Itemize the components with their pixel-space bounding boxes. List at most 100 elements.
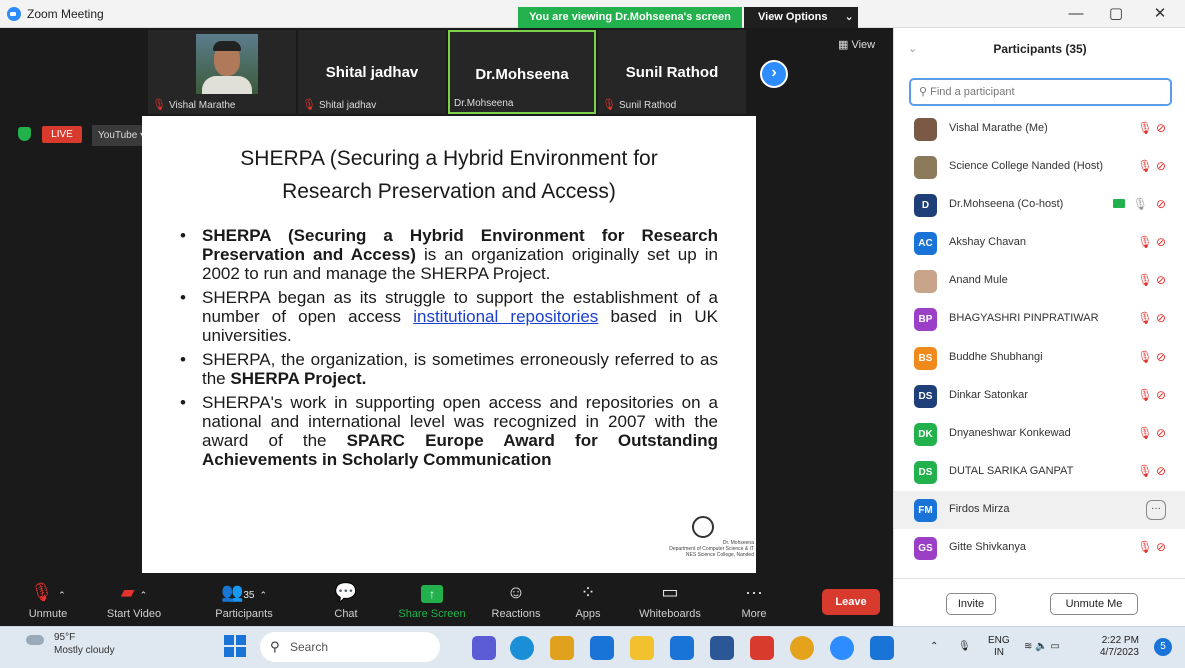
mic-muted-icon: 🎙 xyxy=(152,99,166,111)
participant-row[interactable]: DK Dnyaneshwar Konkewad 🎙 ⊘ xyxy=(894,415,1185,453)
participant-name: Buddhe Shubhangi xyxy=(949,350,1043,363)
participant-search-input[interactable]: ⚲ Find a participant xyxy=(909,78,1172,106)
zoom-icon[interactable] xyxy=(830,636,854,660)
apps-label: Apps xyxy=(575,608,601,620)
view-options-button[interactable]: View Options ⌄ xyxy=(744,7,858,28)
teams-icon[interactable] xyxy=(472,636,496,660)
windows-start-icon[interactable] xyxy=(224,635,246,657)
taskbar-search[interactable]: Search xyxy=(260,632,440,662)
avatar: FM xyxy=(914,498,937,522)
participant-row[interactable]: BP BHAGYASHRI PINPRATIWAR 🎙 ⊘ xyxy=(894,300,1185,338)
participant-name: Dinkar Satonkar xyxy=(949,388,1028,401)
word-icon[interactable] xyxy=(710,636,734,660)
participant-row[interactable]: BS Buddhe Shubhangi 🎙 ⊘ xyxy=(894,339,1185,377)
security-shield-icon[interactable] xyxy=(18,127,31,141)
unmute-button[interactable]: 🎙 ⌃ Unmute xyxy=(22,580,74,620)
meeting-toolbar: 🎙 ⌃ Unmute ▰ ⌃ Start Video 👥35 ⌃ Partici… xyxy=(0,574,893,626)
clock[interactable]: 2:22 PM 4/7/2023 xyxy=(1100,635,1139,659)
slide-title-line-2: Research Preservation and Access) xyxy=(282,180,616,203)
unmute-label: Unmute xyxy=(28,608,68,620)
slide-bullet: SHERPA's work in supporting open access … xyxy=(178,393,718,469)
meeting-area: 🎙 Vishal Marathe Shital jadhav 🎙 Shital ja… xyxy=(0,28,893,574)
reactions-button[interactable]: ☺ Reactions xyxy=(486,580,546,620)
participant-thumb[interactable]: Sunil Rathod 🎙 Sunil Rathod xyxy=(598,30,746,114)
edge-icon[interactable] xyxy=(510,636,534,660)
participant-row[interactable]: Vishal Marathe (Me) 🎙 ⊘ xyxy=(894,110,1185,148)
language-indicator[interactable]: ENG IN xyxy=(988,635,1010,659)
search-placeholder: Find a participant xyxy=(930,86,1015,98)
participant-name: Akshay Chavan xyxy=(949,236,1027,249)
more-label: More xyxy=(741,608,767,620)
participant-row[interactable]: FM Firdos Mirza ··· xyxy=(894,490,1185,530)
invite-button[interactable]: Invite xyxy=(946,593,996,615)
avatar xyxy=(914,118,937,141)
view-button[interactable]: ▦ View xyxy=(838,38,875,51)
avatar: DS xyxy=(914,384,937,408)
participants-button[interactable]: 👥35 ⌃ Participants xyxy=(210,580,278,620)
start-video-button[interactable]: ▰ ⌃ Start Video xyxy=(102,580,166,620)
participant-list: Vishal Marathe (Me) 🎙 ⊘ Science College … xyxy=(894,110,1185,567)
window-title-bar: Zoom Meeting You are viewing Dr.Mohseena… xyxy=(0,0,1185,28)
participant-row[interactable]: DS DUTAL SARIKA GANPAT 🎙 ⊘ xyxy=(894,453,1185,491)
minimize-button[interactable]: — xyxy=(1056,3,1096,25)
telegram-icon[interactable] xyxy=(870,636,894,660)
mic-icon[interactable]: 🎙 xyxy=(958,641,971,653)
reactions-label: Reactions xyxy=(491,608,541,620)
avatar: GS xyxy=(914,537,937,561)
slide-bullet: SHERPA, the organization, is sometimes e… xyxy=(178,350,718,388)
avatar: DS xyxy=(914,460,937,484)
slide-title: SHERPA (Securing a Hybrid Environment fo… xyxy=(142,142,756,208)
participant-row[interactable]: DS Dinkar Satonkar 🎙 ⊘ xyxy=(894,377,1185,415)
more-dots-icon: ··· xyxy=(745,582,763,602)
pdf-icon[interactable] xyxy=(750,636,774,660)
unmute-me-button[interactable]: Unmute Me xyxy=(1050,593,1138,615)
mic-muted-icon: 🎙 xyxy=(1137,159,1153,174)
mic-muted-icon: 🎙 xyxy=(1137,463,1153,478)
app-l-icon[interactable] xyxy=(670,636,694,660)
video-off-icon: ⊘ xyxy=(1155,463,1166,478)
taskbar: 95°F Mostly cloudy Search ⚲ ⌃ 🎙 ENG IN ≋… xyxy=(0,626,1185,668)
next-page-arrow-icon[interactable]: › xyxy=(760,60,788,88)
institutional-repositories-link[interactable]: institutional repositories xyxy=(413,307,598,326)
video-off-icon: ⊘ xyxy=(1155,540,1166,555)
more-button[interactable]: ··· More xyxy=(736,580,772,620)
video-off-icon: ⊘ xyxy=(1155,197,1166,212)
video-off-icon: ⊘ xyxy=(1155,387,1166,402)
participant-photo xyxy=(196,34,258,94)
close-button[interactable]: ✕ xyxy=(1140,3,1180,25)
participant-thumb[interactable]: 🎙 Vishal Marathe xyxy=(148,30,296,114)
participant-row[interactable]: GS Gitte Shivkanya 🎙 ⊘ xyxy=(894,529,1185,567)
apps-button[interactable]: ⁘ Apps xyxy=(570,580,606,620)
clock-date: 4/7/2023 xyxy=(1100,647,1139,658)
bullet-bold-text: SHERPA Project. xyxy=(230,369,367,388)
file-explorer-icon[interactable] xyxy=(630,636,654,660)
chrome-icon[interactable] xyxy=(790,636,814,660)
participant-row[interactable]: AC Akshay Chavan 🎙 ⊘ xyxy=(894,224,1185,262)
chevron-up-icon[interactable]: ⌃ xyxy=(930,641,938,653)
chat-label: Chat xyxy=(334,608,358,620)
mail-icon[interactable] xyxy=(590,636,614,660)
view-options-label: View Options xyxy=(758,11,828,23)
share-screen-button[interactable]: ↑ Share Screen xyxy=(396,580,468,620)
mic-muted-icon: 🎙 xyxy=(1137,540,1153,555)
maximize-button[interactable]: ▢ xyxy=(1096,3,1136,25)
participants-icon: 👥 xyxy=(220,582,244,602)
avatar: D xyxy=(914,194,937,218)
participant-row[interactable]: Anand Mule 🎙 ⊘ xyxy=(894,262,1185,300)
network-icon[interactable]: ≋ 🔈 ▭ xyxy=(1024,641,1060,653)
avatar: DK xyxy=(914,422,937,446)
participant-row[interactable]: Science College Nanded (Host) 🎙 ⊘ xyxy=(894,148,1185,186)
participant-thumb[interactable]: Shital jadhav 🎙 Shital jadhav xyxy=(298,30,446,114)
chat-button[interactable]: 💬 Chat xyxy=(328,580,364,620)
video-off-icon: ⊘ xyxy=(1155,273,1166,288)
notification-badge[interactable]: 5 xyxy=(1154,638,1172,656)
participant-row[interactable]: D Dr.Mohseena (Co-host) 🎙 ⊘ xyxy=(894,186,1185,224)
mic-muted-icon: 🎙 xyxy=(1137,273,1153,288)
store-icon[interactable] xyxy=(550,636,574,660)
whiteboards-button[interactable]: ▭ Whiteboards xyxy=(634,580,706,620)
participant-thumb-active-speaker[interactable]: Dr.Mohseena Dr.Mohseena xyxy=(448,30,596,114)
live-badge[interactable]: LIVE xyxy=(42,126,82,143)
leave-button[interactable]: Leave xyxy=(822,589,880,615)
participant-name: DUTAL SARIKA GANPAT xyxy=(949,464,1074,477)
more-options-icon[interactable]: ··· xyxy=(1146,499,1166,520)
